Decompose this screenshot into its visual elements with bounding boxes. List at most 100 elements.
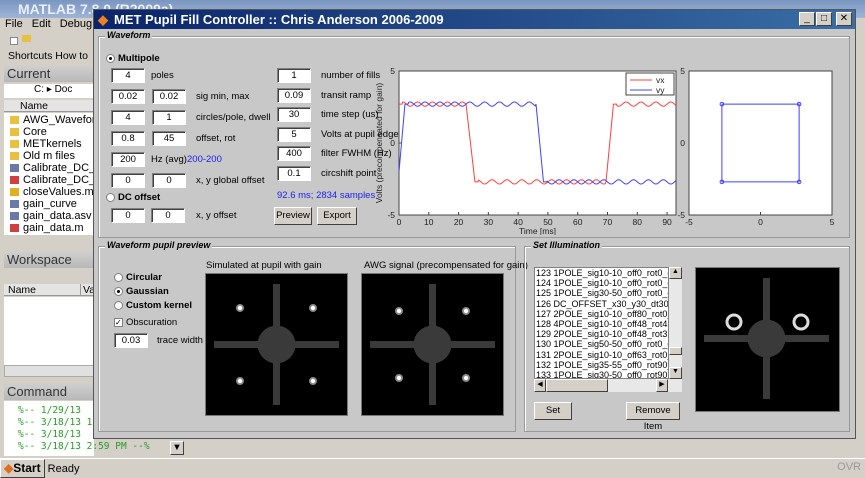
- howto-link[interactable]: How to: [55, 50, 88, 62]
- preview-button[interactable]: Preview: [274, 207, 312, 225]
- scroll-thumb[interactable]: [669, 347, 682, 355]
- list-item[interactable]: 124 1POLE_sig10-10_off0_rot0_circ3_dw: [535, 278, 668, 288]
- dc-y-offset-input[interactable]: 0: [151, 208, 185, 223]
- file-item[interactable]: closeValues.mat: [10, 186, 98, 198]
- param-input[interactable]: 400: [277, 146, 311, 161]
- y-tick-label: -5: [677, 210, 685, 220]
- scroll-down-button[interactable]: ▼: [669, 367, 682, 379]
- workspace-scrollbar[interactable]: [4, 365, 94, 377]
- y-tick-label: 0: [680, 138, 685, 148]
- param-input[interactable]: 0.1: [277, 165, 311, 181]
- param-input[interactable]: 4: [111, 110, 145, 125]
- param-label: offset, rot: [196, 133, 236, 144]
- param-input[interactable]: 1: [277, 68, 311, 83]
- list-vertical-scrollbar[interactable]: ▲ ▼: [669, 267, 682, 379]
- param-input[interactable]: 30: [277, 107, 311, 122]
- open-folder-icon[interactable]: [22, 35, 31, 42]
- scroll-up-button[interactable]: ▲: [669, 267, 682, 279]
- history-line[interactable]: %-- 3/18/13 1:: [18, 417, 98, 428]
- x-tick-label: 80: [633, 217, 643, 227]
- list-item[interactable]: 131 2POLE_sig10-10_off63_rot0_circ1_d: [535, 350, 668, 360]
- file-item[interactable]: Old m files: [10, 150, 98, 162]
- menu-file[interactable]: File: [5, 18, 23, 30]
- central-obscuration: [747, 319, 786, 358]
- kernel-circular-radio[interactable]: Circular: [114, 272, 162, 283]
- scroll-right-button[interactable]: ▶: [656, 379, 668, 392]
- menu-edit[interactable]: Edit: [32, 18, 51, 30]
- status-bar: ◆Start Ready OVR: [0, 458, 865, 478]
- obscuration-checkbox[interactable]: ✓ Obscuration: [114, 317, 177, 328]
- start-button[interactable]: ◆Start: [0, 459, 45, 478]
- x-tick-label: 0: [397, 217, 402, 227]
- folder-file-icon: [10, 128, 19, 137]
- hscroll-thumb[interactable]: [546, 379, 608, 392]
- dc-offset-label: DC offset: [118, 192, 161, 203]
- param-input[interactable]: 0.02: [111, 89, 145, 104]
- list-item[interactable]: 126 DC_OFFSET_x30_y30_dt30_167: [535, 299, 668, 309]
- preview-group-title: Waveform pupil preview: [105, 240, 213, 250]
- param-input[interactable]: 0.09: [277, 87, 311, 103]
- simulated-pupil-image: [205, 273, 348, 416]
- kernel-custom-radio[interactable]: Custom kernel: [114, 300, 192, 311]
- path-bar[interactable]: C: ▸ Doc: [4, 84, 94, 98]
- x-tick-label: -5: [685, 217, 693, 227]
- menu-debug[interactable]: Debug: [60, 18, 92, 30]
- file-item[interactable]: gain_data.asv: [10, 210, 98, 222]
- param-input[interactable]: 0.8: [111, 131, 145, 146]
- param-input[interactable]: 5: [277, 126, 311, 142]
- pupil-preview-group: Waveform pupil preview Circular Gaussian…: [98, 240, 528, 432]
- waveform-group-title: Waveform: [105, 30, 153, 40]
- file-item[interactable]: gain_data.m: [10, 222, 98, 234]
- list-item[interactable]: 132 1POLE_sig35-55_off0_rot90_circ3_d: [535, 360, 668, 370]
- xy-plot-area: [688, 70, 833, 216]
- file-item[interactable]: Calibrate_DC_200: [10, 162, 98, 174]
- list-item[interactable]: 130 1POLE_sig50-50_off0_rot0_circ1_dw: [535, 339, 668, 349]
- dc-offset-radio[interactable]: DC offset: [106, 192, 160, 203]
- param-input[interactable]: 0.02: [152, 89, 186, 104]
- param-input[interactable]: 4: [111, 68, 145, 83]
- illumination-list[interactable]: 123 1POLE_sig10-10_off0_rot0_circ3_dw124…: [534, 267, 669, 379]
- shortcuts-menu[interactable]: Shortcuts: [8, 50, 52, 62]
- name-column-header[interactable]: Name: [4, 100, 94, 112]
- close-button[interactable]: ✕: [836, 12, 852, 26]
- list-item[interactable]: 133 1POLE_sig30-50_off0_rot90_circ3_d: [535, 370, 668, 378]
- file-item[interactable]: gain_curve: [10, 198, 98, 210]
- list-horizontal-scrollbar[interactable]: ◀ ▶: [534, 379, 682, 392]
- met-window: ◆ MET Pupil Fill Controller :: Chris Ande…: [93, 9, 856, 439]
- dc-x-offset-input[interactable]: 0: [111, 208, 145, 223]
- param-input[interactable]: 45: [152, 131, 186, 146]
- file-item[interactable]: AWG_Waveforms: [10, 114, 98, 126]
- new-file-icon[interactable]: [10, 37, 18, 45]
- param-input[interactable]: 0: [111, 173, 145, 188]
- pole-spot: [463, 308, 469, 314]
- list-item[interactable]: 129 2POLE_sig10-10_off48_rot315_circ1: [535, 329, 668, 339]
- list-item[interactable]: 127 2POLE_sig10-10_off80_rot0_circ1_d: [535, 309, 668, 319]
- history-dropdown-button[interactable]: ▼: [170, 441, 184, 455]
- export-button[interactable]: Export: [317, 207, 357, 225]
- file-item[interactable]: METkernels: [10, 138, 98, 150]
- trace-width-input[interactable]: 0.03: [114, 333, 148, 348]
- file-name: Calibrate_DC_200: [23, 174, 98, 186]
- file-item[interactable]: Core: [10, 126, 98, 138]
- param-input[interactable]: 0: [152, 173, 186, 188]
- remove-item-button[interactable]: Remove Item: [626, 402, 680, 432]
- list-item[interactable]: 123 1POLE_sig10-10_off0_rot0_circ3_dw: [535, 268, 668, 278]
- history-line[interactable]: %-- 3/18/13: [18, 429, 98, 440]
- file-item[interactable]: Calibrate_DC_200: [10, 174, 98, 186]
- minimize-button[interactable]: _: [799, 12, 815, 26]
- kernel-gaussian-radio[interactable]: Gaussian: [114, 286, 169, 297]
- param-input[interactable]: 200: [111, 152, 145, 167]
- list-item[interactable]: 125 1POLE_sig30-50_off0_rot0_circ3_dw: [535, 288, 668, 298]
- scroll-left-button[interactable]: ◀: [534, 379, 546, 392]
- pole-ring: [725, 313, 743, 331]
- window-title-bar[interactable]: ◆ MET Pupil Fill Controller :: Chris Ande…: [94, 10, 855, 29]
- x-tick-label: 60: [573, 217, 583, 227]
- history-line[interactable]: %-- 1/29/13: [18, 405, 98, 416]
- param-input[interactable]: 1: [152, 110, 186, 125]
- multipole-radio[interactable]: Multipole: [106, 53, 160, 64]
- list-item[interactable]: 128 4POLE_sig10-10_off48_rot45_circ2_: [535, 319, 668, 329]
- set-button[interactable]: Set: [534, 402, 572, 420]
- maximize-button[interactable]: □: [816, 12, 832, 26]
- ws-name-header[interactable]: Name: [8, 284, 36, 296]
- current-directory-header: Current Directory: [4, 66, 94, 97]
